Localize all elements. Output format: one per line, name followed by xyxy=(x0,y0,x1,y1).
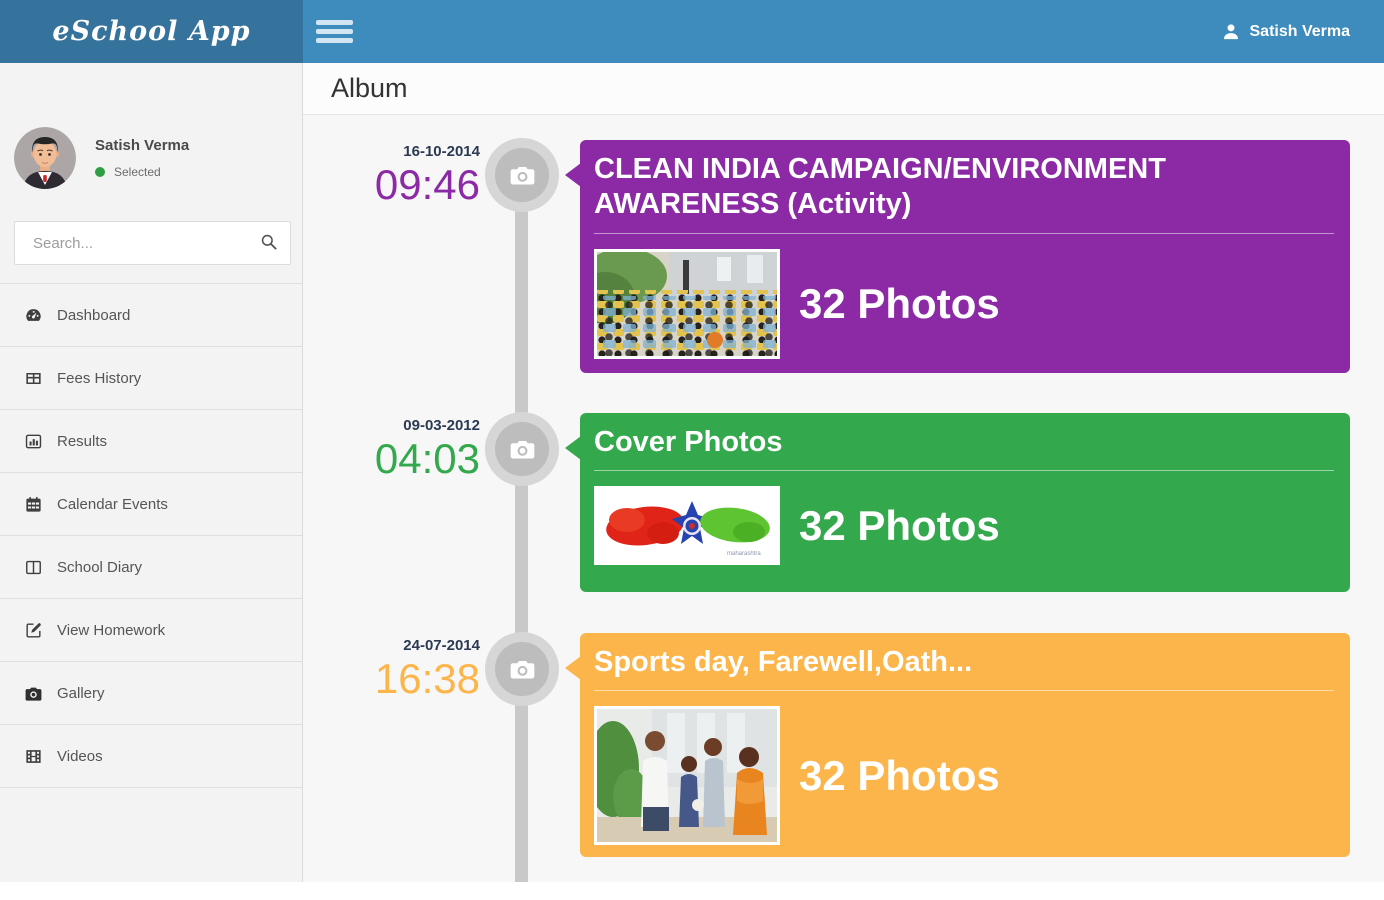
sidebar-item-results[interactable]: Results xyxy=(0,410,302,473)
card-arrow xyxy=(565,436,581,460)
album-date: 24-07-2014 xyxy=(403,637,480,654)
camera-icon xyxy=(495,422,549,476)
album-date: 16-10-2014 xyxy=(403,143,480,160)
sidebar-item-label: Results xyxy=(57,432,108,450)
card-divider xyxy=(594,470,1334,472)
sidebar-item-fees-history[interactable]: Fees History xyxy=(0,347,302,410)
dashboard-icon xyxy=(24,306,43,325)
sidebar-item-view-homework[interactable]: View Homework xyxy=(0,599,302,662)
album-time: 04:03 xyxy=(374,435,480,482)
header-bar: Satish Verma xyxy=(303,0,1384,63)
film-icon xyxy=(24,747,43,766)
header-user-menu[interactable]: Satish Verma xyxy=(1221,0,1351,63)
app-logo: eSchool App xyxy=(0,0,303,63)
hamburger-bar xyxy=(316,38,353,43)
page-title-band: Album xyxy=(303,63,1384,115)
hamburger-bar xyxy=(316,20,353,25)
avatar xyxy=(14,127,76,189)
sidebar-item-videos[interactable]: Videos xyxy=(0,725,302,788)
card-arrow xyxy=(565,656,581,680)
header-user-name: Satish Verma xyxy=(1249,22,1351,40)
sidebar-item-label: Videos xyxy=(57,747,103,765)
profile-section: Satish Verma Selected xyxy=(14,127,189,189)
magnifier-icon[interactable] xyxy=(251,226,285,260)
sidebar-item-school-diary[interactable]: School Diary xyxy=(0,536,302,599)
hamburger-bar xyxy=(316,29,353,34)
timeline-bar xyxy=(515,175,528,882)
album-timeline: 16-10-2014 09:46 CLEAN INDIA CAMPAIGN/EN… xyxy=(303,115,1384,882)
sidebar-item-label: Gallery xyxy=(57,684,105,702)
album-time: 09:46 xyxy=(374,161,480,208)
top-header: eSchool App Satish Verma xyxy=(0,0,1384,63)
person-icon xyxy=(1221,22,1241,42)
sidebar-item-label: View Homework xyxy=(57,621,166,639)
album-title: CLEAN INDIA CAMPAIGN/ENVIRONMENT AWARENE… xyxy=(594,153,1166,221)
search-input[interactable] xyxy=(14,221,291,265)
page: eSchool App Satish Verma Satish Verma Se… xyxy=(0,0,1384,900)
sidebar-menu: Dashboard Fees History Results Calendar … xyxy=(0,283,302,788)
sidebar-item-label: Calendar Events xyxy=(57,495,168,513)
timeline-datetime: 09-03-2012 04:03 xyxy=(313,417,480,481)
sidebar-item-calendar-events[interactable]: Calendar Events xyxy=(0,473,302,536)
sidebar-item-label: Fees History xyxy=(57,369,142,387)
profile-name: Satish Verma xyxy=(95,137,190,154)
card-divider xyxy=(594,232,1334,234)
book-icon xyxy=(24,558,43,577)
status-label: Selected xyxy=(114,165,161,179)
album-date: 09-03-2012 xyxy=(403,417,480,434)
camera-icon xyxy=(495,642,549,696)
timeline-node xyxy=(485,138,559,212)
album-thumbnail-map: maharashtra xyxy=(594,486,780,566)
photo-count: 32 Photos xyxy=(799,751,1000,799)
album-card[interactable]: Sports day, Farewell,Oath... 32 Photos xyxy=(565,633,1350,857)
timeline-datetime: 24-07-2014 16:38 xyxy=(313,637,480,701)
app-logo-text: eSchool App xyxy=(52,16,251,47)
album-card[interactable]: Cover Photos maharashtra 32 Photos xyxy=(565,413,1350,592)
card-row: 32 Photos xyxy=(575,247,1334,359)
page-title: Album xyxy=(331,73,408,103)
album-thumbnail-crowd xyxy=(575,247,780,359)
calendar-icon xyxy=(24,495,43,514)
sidebar-item-dashboard[interactable]: Dashboard xyxy=(0,284,302,347)
pencil-icon xyxy=(24,621,43,640)
chart-icon xyxy=(24,432,43,451)
camera-icon xyxy=(24,684,43,703)
camera-icon xyxy=(495,148,549,202)
status-dot xyxy=(95,167,105,177)
sidebar: Satish Verma Selected Search... Dashboar… xyxy=(0,63,303,882)
album-thumbnail-ceremony xyxy=(587,706,780,846)
card-arrow xyxy=(565,163,581,187)
sidebar-item-label: School Diary xyxy=(57,558,143,576)
main-content: Album 16-10-2014 09:46 CLEAN INDIA CAMPA… xyxy=(303,63,1384,882)
sidebar-item-label: Dashboard xyxy=(57,306,131,324)
timeline-datetime: 16-10-2014 09:46 xyxy=(313,143,480,207)
sidebar-item-gallery[interactable]: Gallery xyxy=(0,662,302,725)
table-icon xyxy=(24,369,43,388)
svg-text:maharashtra: maharashtra xyxy=(727,551,761,557)
card-divider xyxy=(594,690,1334,692)
album-time: 16:38 xyxy=(374,655,480,702)
card-row: 32 Photos xyxy=(587,706,1334,846)
album-card[interactable]: CLEAN INDIA CAMPAIGN/ENVIRONMENT AWARENE… xyxy=(565,140,1350,373)
profile-info: Satish Verma Selected xyxy=(95,127,189,189)
card-row: maharashtra 32 Photos xyxy=(594,486,1334,566)
photo-count: 32 Photos xyxy=(799,501,1000,549)
timeline-node xyxy=(485,632,559,706)
photo-count: 32 Photos xyxy=(799,279,1000,327)
bottom-strip xyxy=(0,882,1384,900)
hamburger-icon[interactable] xyxy=(316,20,353,43)
profile-status: Selected xyxy=(95,165,189,179)
album-title: Sports day, Farewell,Oath... xyxy=(594,646,973,678)
timeline-node xyxy=(485,412,559,486)
search-box xyxy=(14,221,291,265)
album-title: Cover Photos xyxy=(594,426,783,458)
